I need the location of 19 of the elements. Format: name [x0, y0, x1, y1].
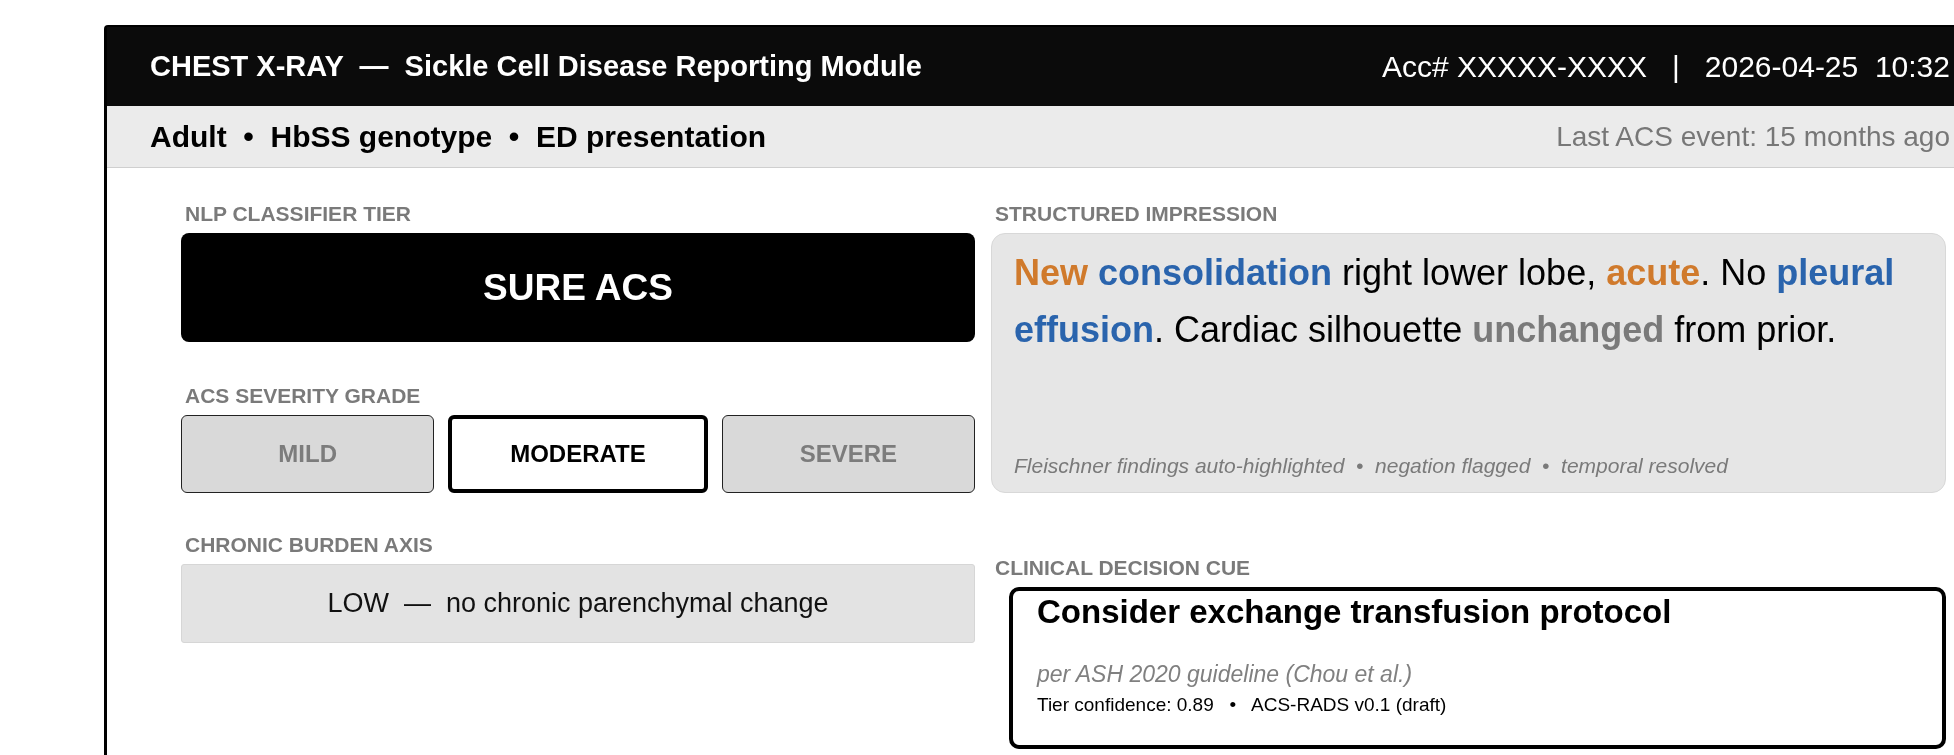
severity-option[interactable]: MILD: [181, 415, 435, 493]
cue-title: Consider exchange transfusion protocol: [1037, 593, 1672, 631]
last-event-text: Last ACS event: 15 months ago: [1556, 120, 1950, 153]
module-title: CHEST X-RAY — Sickle Cell Disease Reporting Module: [150, 50, 922, 83]
accession-datetime: Acc# XXXXX-XXXX | 2026-04-25 10:32: [1381, 49, 1950, 84]
impression-text: New consolidation right lower lobe, acute. No pleural effusion. Cardiac silhouette unchanged from prior.: [1014, 251, 1896, 352]
section-label: CLINICAL DECISION CUE: [995, 556, 1251, 580]
cue-footer: Tier confidence: 0.89 • ACS-RADS v0.1 (draft): [1037, 694, 1447, 716]
section-label: CHRONIC BURDEN AXIS: [185, 533, 433, 557]
severity-option[interactable]: MODERATE: [448, 415, 708, 493]
severity-option[interactable]: SEVERE: [721, 415, 975, 493]
section-label: ACS SEVERITY GRADE: [185, 384, 421, 408]
impression-note: Fleischner findings auto-highlighted • negation flagged • temporal resolved: [1014, 454, 1728, 478]
cue-source: per ASH 2020 guideline (Chou et al.): [1037, 661, 1413, 688]
patient-context: Adult • HbSS genotype • ED presentation: [150, 119, 767, 154]
tier-banner: SURE ACS: [181, 233, 975, 342]
section-label: NLP CLASSIFIER TIER: [185, 202, 411, 226]
chronic-burden-value: LOW — no chronic parenchymal change: [181, 564, 975, 643]
section-label: STRUCTURED IMPRESSION: [995, 202, 1278, 226]
